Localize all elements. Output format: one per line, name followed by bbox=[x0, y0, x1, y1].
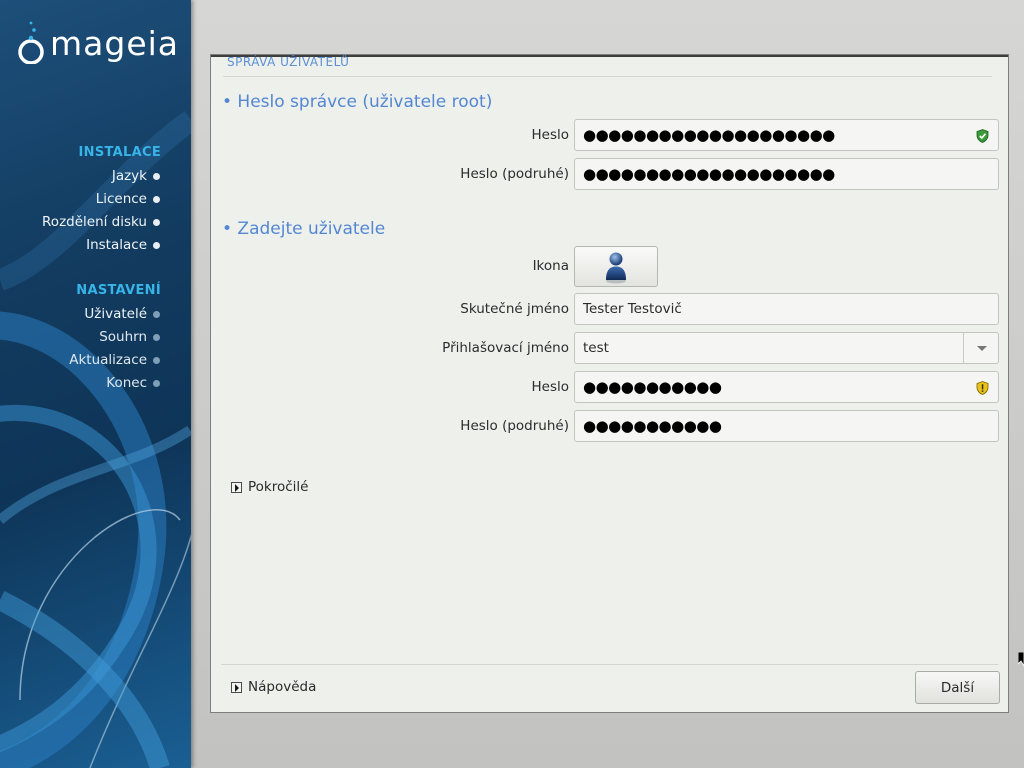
sidebar-background-swirls bbox=[0, 111, 191, 768]
title-divider bbox=[223, 76, 992, 77]
sidebar-step-updates: Aktualizace bbox=[69, 352, 147, 368]
sidebar-step-license: Licence bbox=[95, 191, 147, 207]
step-pending-dot-icon bbox=[153, 334, 160, 341]
user-password-confirm-value: ●●●●●●●●●●● bbox=[583, 417, 722, 435]
user-group-title: • Zadejte uživatele bbox=[222, 219, 386, 239]
step-pending-dot-icon bbox=[153, 357, 160, 364]
user-management-panel: SPRÁVA UŽIVATELŮ • Heslo správce (uživat… bbox=[210, 54, 1009, 713]
real-name-value: Tester Testovič bbox=[583, 301, 682, 317]
mouse-cursor-icon bbox=[1018, 652, 1024, 667]
step-done-dot-icon bbox=[153, 242, 160, 249]
sidebar-step-language: Jazyk bbox=[111, 168, 147, 184]
help-expander[interactable]: Nápověda bbox=[231, 679, 316, 695]
shield-green-check-icon bbox=[976, 129, 989, 143]
bottom-divider bbox=[221, 664, 998, 665]
step-current-dot-icon bbox=[153, 311, 160, 318]
user-password-value: ●●●●●●●●●●● bbox=[583, 378, 722, 396]
user-avatar-icon bbox=[606, 252, 626, 283]
login-name-label: Přihlašovací jméno bbox=[442, 340, 569, 356]
advanced-expander[interactable]: Pokročilé bbox=[231, 479, 308, 495]
mageia-logo-icon bbox=[18, 21, 44, 64]
next-button[interactable]: Další bbox=[915, 671, 1000, 704]
user-password-confirm-field[interactable]: ●●●●●●●●●●● bbox=[574, 410, 999, 442]
sidebar-step-partitioning: Rozdělení disku bbox=[42, 214, 147, 230]
step-done-dot-icon bbox=[153, 219, 160, 226]
shield-yellow-warning-icon bbox=[976, 381, 989, 395]
root-password-confirm-field[interactable]: ●●●●●●●●●●●●●●●●●●●● bbox=[574, 158, 999, 190]
sidebar-step-users: Uživatelé bbox=[84, 306, 147, 322]
step-done-dot-icon bbox=[153, 173, 160, 180]
login-name-value: test bbox=[583, 340, 609, 356]
step-done-dot-icon bbox=[153, 196, 160, 203]
sidebar-step-finish: Konec bbox=[106, 375, 147, 391]
expander-arrow-icon bbox=[231, 681, 242, 693]
root-password-label: Heslo bbox=[531, 127, 569, 143]
user-password-confirm-label: Heslo (podruhé) bbox=[460, 418, 569, 434]
sidebar-step-install: Instalace bbox=[86, 237, 147, 253]
sidebar: mageia INSTALACE Jazyk Licence Rozdělení… bbox=[0, 0, 191, 768]
root-password-confirm-label: Heslo (podruhé) bbox=[460, 166, 569, 182]
root-password-field[interactable]: ●●●●●●●●●●●●●●●●●●●● bbox=[574, 119, 999, 151]
root-password-group-title: • Heslo správce (uživatele root) bbox=[222, 92, 493, 112]
sidebar-section-configuration: NASTAVENÍ bbox=[76, 283, 161, 298]
real-name-label: Skutečné jméno bbox=[460, 301, 569, 317]
chevron-down-icon[interactable] bbox=[977, 346, 987, 351]
expander-arrow-icon bbox=[231, 481, 242, 493]
step-pending-dot-icon bbox=[153, 380, 160, 387]
sidebar-section-installation: INSTALACE bbox=[78, 145, 161, 160]
root-password-value: ●●●●●●●●●●●●●●●●●●●● bbox=[583, 126, 835, 144]
panel-title: SPRÁVA UŽIVATELŮ bbox=[227, 55, 350, 69]
root-password-confirm-value: ●●●●●●●●●●●●●●●●●●●● bbox=[583, 165, 835, 183]
user-password-label: Heslo bbox=[531, 379, 569, 395]
real-name-field[interactable]: Tester Testovič bbox=[574, 293, 999, 325]
login-name-combo[interactable]: test bbox=[574, 332, 999, 364]
combo-divider bbox=[963, 333, 964, 363]
mageia-logo: mageia bbox=[16, 18, 179, 64]
user-icon-label: Ikona bbox=[532, 258, 569, 274]
next-button-label: Další bbox=[940, 679, 975, 696]
sidebar-step-summary: Souhrn bbox=[99, 329, 147, 345]
user-icon-button[interactable] bbox=[574, 246, 658, 287]
mageia-logo-text: mageia bbox=[50, 24, 180, 63]
user-password-field[interactable]: ●●●●●●●●●●● bbox=[574, 371, 999, 403]
help-label: Nápověda bbox=[248, 679, 317, 695]
advanced-label: Pokročilé bbox=[248, 479, 309, 495]
